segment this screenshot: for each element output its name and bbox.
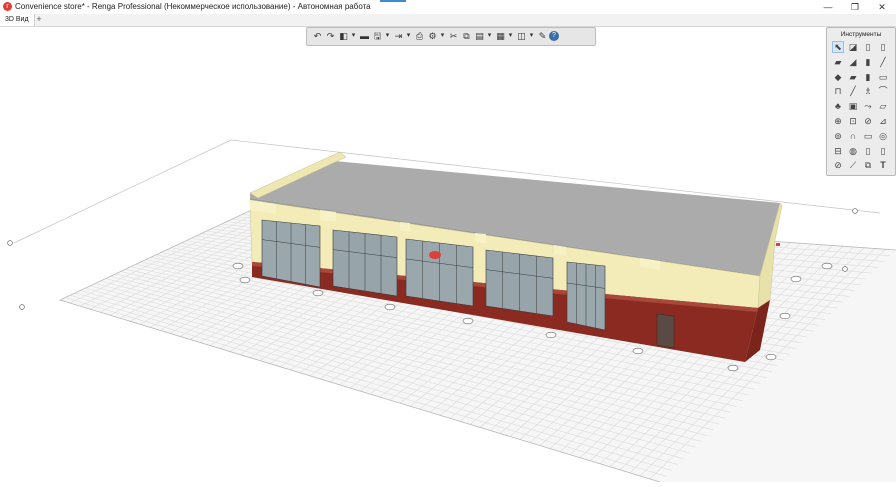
cabinet-tool-icon[interactable]: ▣ <box>847 100 859 112</box>
redo-icon[interactable]: ↷ <box>324 29 337 43</box>
tab-3d-view[interactable]: 3D Вид <box>0 14 35 26</box>
dropdown-icon[interactable]: ▾ <box>350 29 357 43</box>
level-tool-icon[interactable]: ⟋ <box>847 159 859 171</box>
tools-panel-title: Инструменты <box>840 31 882 38</box>
cut-icon[interactable]: ✂ <box>447 29 460 43</box>
equipment-tool-icon[interactable]: ♣ <box>832 100 844 112</box>
export-icon[interactable]: ⇥ <box>392 29 405 43</box>
dropdown-icon[interactable]: ▾ <box>405 29 412 43</box>
fitting-tool-icon[interactable]: ⊿ <box>877 115 889 127</box>
room-tool-icon[interactable]: ▭ <box>862 130 874 142</box>
undo-icon[interactable]: ↶ <box>311 29 324 43</box>
dropdown-icon[interactable]: ▾ <box>507 29 514 43</box>
maximize-button[interactable]: ❐ <box>842 0 868 14</box>
3d-scene <box>7 139 896 483</box>
fixture-tool-icon[interactable]: ⊡ <box>847 115 859 127</box>
print-icon[interactable]: ⎙ <box>413 29 426 43</box>
minimize-button[interactable]: — <box>815 0 841 14</box>
dropdown-icon[interactable]: ▾ <box>528 29 535 43</box>
renga-app-icon: r <box>3 2 12 11</box>
floor-tool-icon[interactable]: ▰ <box>832 56 844 68</box>
store-sign <box>429 251 441 259</box>
duct-tool-icon[interactable]: ▱ <box>877 100 889 112</box>
view-cube-icon[interactable]: ◧ <box>337 29 350 43</box>
save-icon[interactable]: 🖫 <box>371 29 384 43</box>
accessory-tool-icon[interactable]: ⊕ <box>832 115 844 127</box>
help-icon[interactable]: ? <box>549 31 559 41</box>
layout-icon[interactable]: ◫ <box>515 29 528 43</box>
title-bar: r Convenience store* - Renga Professiona… <box>0 0 896 14</box>
section-tool-icon[interactable]: ▯ <box>877 145 889 157</box>
3d-viewport[interactable] <box>0 27 896 483</box>
text-style-icon[interactable]: ♗ <box>862 85 874 97</box>
window-title: Convenience store* - Renga Professional … <box>15 2 371 11</box>
select-group-icon[interactable]: ▦ <box>494 29 507 43</box>
service-door <box>656 313 675 349</box>
layers-icon[interactable]: ▬ <box>358 29 371 43</box>
slab-tool-icon[interactable]: ◆ <box>832 71 844 83</box>
stair-tool-icon[interactable]: ▰ <box>847 71 859 83</box>
dimension-tool-icon[interactable]: ▯ <box>862 145 874 157</box>
cycle-tool-icon[interactable]: ∩ <box>847 130 859 142</box>
dropdown-icon[interactable]: ▾ <box>384 29 391 43</box>
valve-tool-icon[interactable]: ⊘ <box>862 115 874 127</box>
element-tool-icon[interactable]: ◎ <box>877 130 889 142</box>
point-tool-icon[interactable]: ◍ <box>847 145 859 157</box>
main-toolbar: ↶ ↷ ◧ ▾ ▬ 🖫 ▾ ⇥ ▾ ⎙ ⚙ ▾ ✂ ⧉ ▤ ▾ ▦ ▾ ◫ ▾ ✎? <box>306 27 596 46</box>
dropdown-icon[interactable]: ▾ <box>439 29 446 43</box>
beam-tool-icon[interactable]: ╱ <box>877 56 889 68</box>
window-tool-icon[interactable]: ▯ <box>877 41 889 53</box>
3d-text-icon[interactable]: ⧉ <box>862 159 874 171</box>
pipe-tool-icon[interactable]: ⌒ <box>877 85 889 97</box>
route-tool-icon[interactable]: ⤳ <box>862 100 874 112</box>
document-tab-bar: 3D Вид + <box>0 14 896 27</box>
line-tool-icon[interactable]: ╱ <box>847 85 859 97</box>
ramp-tool-icon[interactable]: ▭ <box>877 71 889 83</box>
door-tool-icon[interactable]: ▯ <box>862 41 874 53</box>
title-accent-mark <box>380 0 406 2</box>
railing-tool-icon[interactable]: ⊓ <box>832 85 844 97</box>
group-tool-icon[interactable]: ⊚ <box>832 130 844 142</box>
column-tool-icon[interactable]: ▮ <box>862 56 874 68</box>
roof-tool-icon[interactable]: ◢ <box>847 56 859 68</box>
paste-icon[interactable]: ▤ <box>473 29 486 43</box>
axis-tool-icon[interactable]: ⊘ <box>832 159 844 171</box>
add-tab-button[interactable]: + <box>34 14 44 26</box>
wrench-icon[interactable]: ✎ <box>536 29 549 43</box>
text-tool-icon[interactable]: T <box>877 159 889 171</box>
select-arrow-icon[interactable]: ⬉ <box>832 41 844 53</box>
assembly-tool-icon[interactable]: ⊟ <box>832 145 844 157</box>
wall-tool-icon[interactable]: ◪ <box>847 41 859 53</box>
tools-panel: Инструменты ⬉ ◪ ▯ ▯ ▰ ◢ ▮ ╱ ◆ ▰ ▮ ▭ ⊓ ╱ ♗ ⌒ ♣ ▣ ⤳ ▱ ⊕ ⊡ ⊘ ⊿ ⊚ ∩ ▭ ◎… <box>826 27 896 176</box>
close-button[interactable]: ✕ <box>869 0 895 14</box>
copy-icon[interactable]: ⧉ <box>460 29 473 43</box>
opening-tool-icon[interactable]: ▮ <box>862 71 874 83</box>
dropdown-icon[interactable]: ▾ <box>486 29 493 43</box>
settings-gear-icon[interactable]: ⚙ <box>426 29 439 43</box>
